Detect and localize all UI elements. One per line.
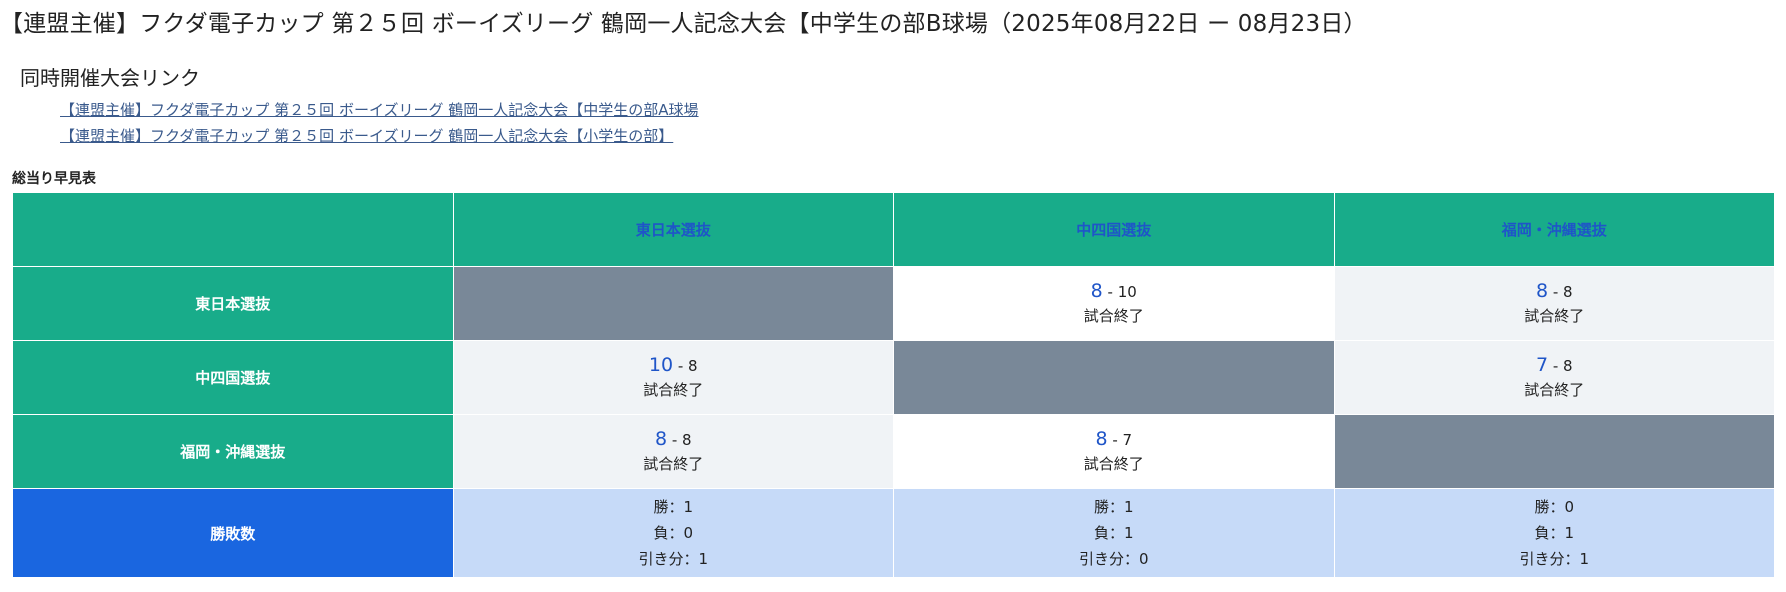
score: 8 - 10 [894,279,1334,304]
round-robin-table: 東日本選抜 中四国選抜 福岡・沖縄選抜 東日本選抜 8 - 10 試合終了 8 … [12,192,1775,578]
score-against: 8 [1563,357,1573,375]
match-cell[interactable]: 8 - 8 試合終了 [1333,266,1775,341]
score: 7 - 8 [1335,353,1775,378]
match-status: 試合終了 [643,455,704,473]
score-for: 8 [1090,280,1103,302]
self-match-cell [452,266,894,341]
related-link-elementary[interactable]: 【連盟主催】フクダ電子カップ 第２５回 ボーイズリーグ 鶴岡一人記念大会【小学生… [60,123,699,149]
score-against: 10 [1117,283,1137,301]
table-caption: 総当り早見表 [12,171,96,187]
related-tournaments-heading: 同時開催大会リンク [20,66,200,90]
score-separator: - [673,357,689,375]
loss-count: 負：0 [653,524,694,542]
table-row: 中四国選抜 10 - 8 試合終了 7 - 8 試合終了 [12,340,1775,415]
score-against: 8 [688,357,698,375]
col-header-team-0: 東日本選抜 [452,192,894,267]
match-cell[interactable]: 8 - 10 試合終了 [893,266,1335,341]
record-row: 勝敗数 勝：1 負：0 引き分：1 勝：1 負：1 引き分：0 勝：0 負：1 … [12,488,1775,578]
score-separator: - [1548,357,1563,375]
loss-count: 負：1 [1093,524,1134,542]
score: 8 - 7 [894,427,1334,452]
page-title: 【連盟主催】フクダ電子カップ 第２５回 ボーイズリーグ 鶴岡一人記念大会【中学生… [0,11,1367,37]
score-separator: - [667,431,682,449]
match-cell[interactable]: 8 - 8 試合終了 [452,414,894,489]
score: 8 - 8 [1335,279,1775,304]
row-header-team-2: 福岡・沖縄選抜 [12,414,454,489]
draw-count: 引き分：1 [638,550,709,568]
row-header-team-1: 中四国選抜 [12,340,454,415]
match-cell[interactable]: 8 - 7 試合終了 [893,414,1335,489]
score-against: 8 [1563,283,1573,301]
draw-count: 引き分：1 [1519,550,1590,568]
header-row: 東日本選抜 中四国選抜 福岡・沖縄選抜 [12,192,1775,267]
row-header-team-0: 東日本選抜 [12,266,454,341]
record-cell-team-1: 勝：1 負：1 引き分：0 [893,488,1335,578]
score-separator: - [1107,431,1123,449]
score-for: 8 [1095,428,1108,450]
self-match-cell [893,340,1335,415]
record-cell-team-2: 勝：0 負：1 引き分：1 [1333,488,1775,578]
corner-cell [12,192,454,267]
match-status: 試合終了 [1083,307,1144,325]
score-against: 7 [1122,431,1133,449]
score: 10 - 8 [454,353,894,378]
score-separator: - [1102,283,1118,301]
draw-count: 引き分：0 [1078,550,1149,568]
score-for: 8 [1535,280,1549,302]
score-separator: - [1548,283,1563,301]
score-for: 10 [648,354,674,376]
match-status: 試合終了 [1083,455,1144,473]
win-count: 勝：0 [1534,498,1575,516]
match-status: 試合終了 [643,381,704,399]
table-row: 福岡・沖縄選抜 8 - 8 試合終了 8 - 7 試合終了 [12,414,1775,489]
col-header-team-1: 中四国選抜 [893,192,1335,267]
score-for: 8 [654,428,668,450]
table-row: 東日本選抜 8 - 10 試合終了 8 - 8 試合終了 [12,266,1775,341]
match-cell[interactable]: 7 - 8 試合終了 [1333,340,1775,415]
col-header-team-2: 福岡・沖縄選抜 [1333,192,1775,267]
score-for: 7 [1535,354,1549,376]
related-tournaments-links: 【連盟主催】フクダ電子カップ 第２５回 ボーイズリーグ 鶴岡一人記念大会【中学生… [60,97,699,149]
win-count: 勝：1 [1093,498,1134,516]
loss-count: 負：1 [1534,524,1575,542]
match-status: 試合終了 [1524,381,1585,399]
self-match-cell [1333,414,1775,489]
match-status: 試合終了 [1524,307,1585,325]
win-loss-label: 勝敗数 [12,488,454,578]
win-count: 勝：1 [653,498,694,516]
score-against: 8 [682,431,692,449]
record-cell-team-0: 勝：1 負：0 引き分：1 [452,488,894,578]
score: 8 - 8 [454,427,894,452]
match-cell[interactable]: 10 - 8 試合終了 [452,340,894,415]
related-link-junior-high-a[interactable]: 【連盟主催】フクダ電子カップ 第２５回 ボーイズリーグ 鶴岡一人記念大会【中学生… [60,97,699,123]
